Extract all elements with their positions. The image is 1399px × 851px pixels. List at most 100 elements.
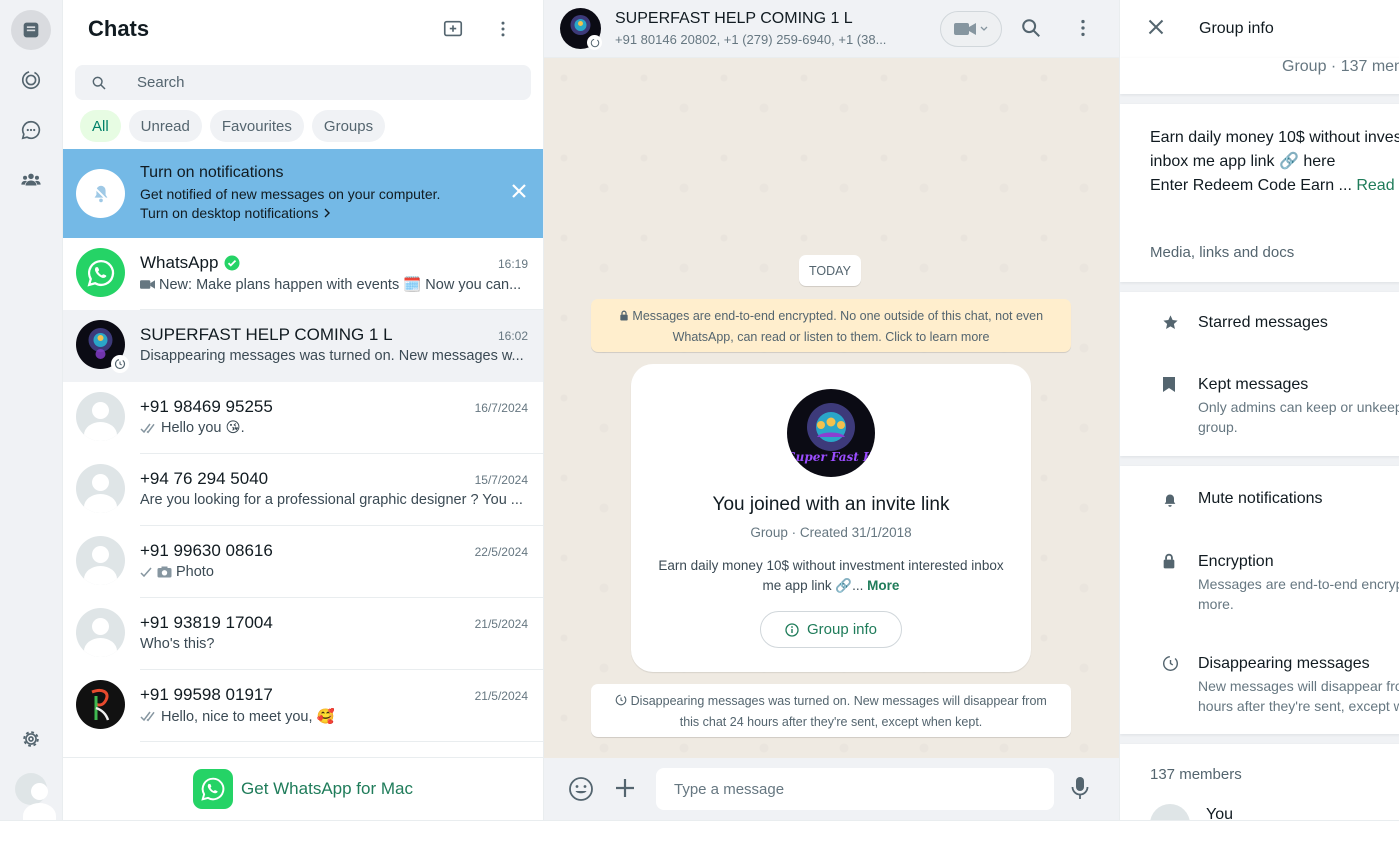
starred-messages-row[interactable]: Starred messages xyxy=(1120,312,1399,336)
group-avatar[interactable] xyxy=(560,8,602,50)
disappearing-messages-row[interactable]: Disappearing messages New messages will … xyxy=(1120,653,1399,717)
chat-item-superfast-help[interactable]: SUPERFAST HELP COMING 1 L 16:02 Disappea… xyxy=(63,310,543,382)
chat-item-contact-4[interactable]: +91 93819 17004 21/5/2024 Who's this? xyxy=(63,598,543,670)
new-chat-button[interactable] xyxy=(441,17,465,41)
filter-all[interactable]: All xyxy=(80,110,121,142)
members-section: 137 members You xyxy=(1120,744,1399,820)
profile-nav-button[interactable] xyxy=(11,769,56,829)
chat-item-contact-2[interactable]: +94 76 294 5040 15/7/2024 Are you lookin… xyxy=(63,454,543,526)
default-avatar-icon xyxy=(76,608,125,657)
chat-item-contact-3[interactable]: +91 99630 08616 22/5/2024 Photo xyxy=(63,526,543,598)
conversation-participants: +91 80146 20802, +1 (279) 259-6940, +1 (… xyxy=(615,32,887,47)
chat-preview-text: Who's this? xyxy=(140,636,215,652)
get-mac-label: Get WhatsApp for Mac xyxy=(241,779,413,798)
chat-time: 16/7/2024 xyxy=(474,401,528,415)
chat-name: +91 99598 01917 xyxy=(140,685,273,704)
read-more-link[interactable]: Read more xyxy=(1356,177,1399,194)
filter-groups[interactable]: Groups xyxy=(311,110,386,142)
chat-preview-text: Hello you 😘. xyxy=(161,420,245,436)
chats-icon xyxy=(23,22,39,38)
settings-nav-button[interactable] xyxy=(11,719,51,759)
communities-nav-button[interactable] xyxy=(11,160,51,200)
default-avatar-icon xyxy=(76,464,125,513)
message-input[interactable] xyxy=(656,768,1054,810)
enable-notifications-link[interactable]: Turn on desktop notifications xyxy=(140,205,332,221)
search-in-chat-button[interactable] xyxy=(1020,17,1042,44)
kept-messages-label: Kept messages xyxy=(1198,376,1309,393)
profile-icon xyxy=(15,773,56,829)
star-icon xyxy=(1163,315,1178,329)
filter-unread[interactable]: Unread xyxy=(128,110,202,142)
bell-icon xyxy=(1164,494,1176,507)
emoji-button[interactable] xyxy=(568,776,594,807)
member-avatar xyxy=(1150,804,1190,820)
notifications-banner: Turn on notifications Get notified of ne… xyxy=(63,149,543,238)
messages-options-section: Starred messages Kept messages Only admi… xyxy=(1120,292,1399,456)
video-call-button[interactable] xyxy=(940,11,1002,47)
chat-preview: Hello, nice to meet you, 🥰 xyxy=(140,708,525,725)
kept-messages-row[interactable]: Kept messages Only admins can keep or un… xyxy=(1120,374,1399,438)
search-bar xyxy=(75,65,531,100)
chat-preview-text: Are you looking for a professional graph… xyxy=(140,492,523,508)
group-avatar-caption: Super Fast Help xyxy=(787,450,875,464)
chat-item-whatsapp[interactable]: WhatsApp 16:19 New: Make plans happen wi… xyxy=(63,238,543,310)
disappearing-line: New messages will disappear from this ch… xyxy=(1198,678,1399,694)
join-card-title: You joined with an invite link xyxy=(712,494,950,515)
mute-notifications-row[interactable]: Mute notifications xyxy=(1120,488,1399,512)
channels-icon xyxy=(21,120,41,140)
get-whatsapp-mac-button[interactable]: Get WhatsApp for Mac xyxy=(63,757,543,820)
encryption-line: Messages are end-to-end encrypted. Click… xyxy=(1198,576,1399,592)
chat-name: SUPERFAST HELP COMING 1 L xyxy=(140,325,393,344)
search-icon xyxy=(1022,19,1040,37)
emoji-icon xyxy=(569,777,593,801)
chat-item-contact-1[interactable]: +91 98469 95255 16/7/2024 Hello you 😘. xyxy=(63,382,543,454)
status-nav-button[interactable] xyxy=(11,60,51,100)
media-links-docs-label[interactable]: Media, links and docs xyxy=(1150,244,1294,261)
voice-message-button[interactable] xyxy=(1070,776,1090,805)
join-card-description: Earn daily money 10$ without investment … xyxy=(651,556,1011,596)
chat-name: +91 93819 17004 xyxy=(140,613,273,632)
filter-favourites[interactable]: Favourites xyxy=(209,110,304,142)
camera-icon xyxy=(157,566,172,578)
group-info-panel: Group info Group · 137 members Earn dail… xyxy=(1119,0,1399,820)
description-line-text: Enter Redeem Code Earn ... xyxy=(1150,177,1352,194)
chevron-down-icon xyxy=(980,26,988,31)
double-check-icon xyxy=(140,711,155,722)
chat-preview-text: Hello, nice to meet you, 🥰 xyxy=(161,709,335,725)
message-area[interactable]: TODAY Messages are end-to-end encrypted.… xyxy=(544,58,1119,758)
channels-nav-button[interactable] xyxy=(11,110,51,150)
default-avatar-icon xyxy=(76,392,125,441)
lock-icon xyxy=(620,310,628,321)
chat-time: 16:19 xyxy=(497,257,528,271)
disappearing-notice: Disappearing messages was turned on. New… xyxy=(591,684,1071,737)
plus-icon xyxy=(616,779,634,797)
nav-rail xyxy=(0,0,63,829)
dismiss-notifications-button[interactable] xyxy=(509,181,529,201)
group-info-button[interactable]: Group info xyxy=(760,611,902,648)
search-input[interactable] xyxy=(137,74,517,91)
chat-item-contact-5[interactable]: +91 99598 01917 21/5/2024 Hello, nice to… xyxy=(63,670,543,742)
group-info-button-label: Group info xyxy=(806,621,878,638)
members-count: 137 members xyxy=(1150,766,1242,783)
whatsapp-window: Chats All Unread Favourites Groups Tur xyxy=(0,0,1399,829)
conversation-menu-button[interactable] xyxy=(1072,17,1094,44)
divider xyxy=(140,741,543,742)
join-card-subtitle: Group · Created 31/1/2018 xyxy=(750,525,912,540)
encryption-row[interactable]: Encryption Messages are end-to-end encry… xyxy=(1120,551,1399,615)
group-description: Earn daily money 10$ without investment … xyxy=(1150,126,1399,198)
chat-list-menu-button[interactable] xyxy=(491,17,515,41)
more-vertical-icon xyxy=(501,21,505,37)
more-link[interactable]: More xyxy=(867,578,899,593)
chats-nav-button[interactable] xyxy=(11,10,51,50)
conversation-header[interactable]: SUPERFAST HELP COMING 1 L +91 80146 2080… xyxy=(544,0,1119,58)
whatsapp-avatar xyxy=(76,248,125,297)
notification-subtitle: Get notified of new messages on your com… xyxy=(140,186,441,202)
chat-preview-text: New: Make plans happen with events 🗓️ No… xyxy=(159,277,522,293)
encryption-notice[interactable]: Messages are end-to-end encrypted. No on… xyxy=(591,299,1071,352)
communities-icon xyxy=(21,173,41,186)
disappearing-badge xyxy=(111,355,129,373)
close-group-info-button[interactable] xyxy=(1148,19,1164,40)
member-you[interactable]: You xyxy=(1206,806,1233,820)
join-card-description-text: Earn daily money 10$ without investment … xyxy=(658,558,1004,593)
attach-button[interactable] xyxy=(613,776,637,805)
